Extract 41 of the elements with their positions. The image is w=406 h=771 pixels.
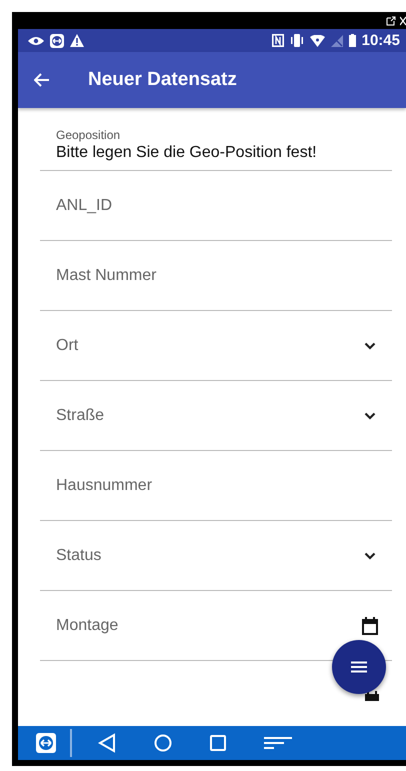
back-arrow-icon <box>34 73 50 87</box>
dropdown-field[interactable]: Status <box>40 521 392 591</box>
warning-icon <box>70 34 84 47</box>
input-field[interactable]: Mast Nummer <box>40 241 392 311</box>
nfc-icon <box>272 34 284 47</box>
dropdown-field[interactable]: Ort <box>40 311 392 381</box>
menu-icon <box>351 661 367 673</box>
field-placeholder: Ort <box>56 336 78 354</box>
chevron-down-icon <box>364 342 376 350</box>
battery-icon <box>348 34 356 47</box>
calendar-icon[interactable] <box>364 691 380 701</box>
field-placeholder: Hausnummer <box>56 476 152 494</box>
geoposition-field[interactable]: Geoposition Bitte legen Sie die Geo-Position fest! <box>40 108 392 171</box>
recents-icon[interactable] <box>210 735 226 751</box>
home-icon[interactable] <box>154 734 172 752</box>
status-time: 10:45 <box>362 32 400 49</box>
vibrate-icon <box>290 34 304 47</box>
input-field[interactable]: ANL_ID <box>40 171 392 241</box>
menu-icon[interactable] <box>264 736 292 750</box>
field-placeholder: Mast Nummer <box>56 266 156 284</box>
wifi-icon <box>310 34 325 46</box>
eye-icon <box>28 36 44 46</box>
external-link-icon[interactable] <box>386 16 396 26</box>
menu-button[interactable] <box>332 640 386 694</box>
chevron-down-icon <box>364 412 376 420</box>
remote-icon <box>50 34 64 48</box>
field-placeholder: Montage <box>56 616 118 634</box>
field-placeholder: Status <box>56 546 102 564</box>
field-placeholder: Straße <box>56 406 104 424</box>
no-signal-icon <box>330 34 343 46</box>
field-label: Geoposition <box>56 128 122 142</box>
dropdown-field[interactable]: Straße <box>40 381 392 451</box>
field-placeholder: ANL_ID <box>56 196 112 214</box>
field-value: Bitte legen Sie die Geo-Position fest! <box>56 144 318 162</box>
close-icon[interactable] <box>400 16 406 26</box>
calendar-icon[interactable] <box>362 616 378 634</box>
input-field[interactable]: Hausnummer <box>40 451 392 521</box>
chevron-down-icon <box>364 552 376 560</box>
screen-title: Neuer Datensatz <box>88 69 237 91</box>
back-icon[interactable] <box>98 733 116 753</box>
remote-icon[interactable] <box>36 733 56 753</box>
